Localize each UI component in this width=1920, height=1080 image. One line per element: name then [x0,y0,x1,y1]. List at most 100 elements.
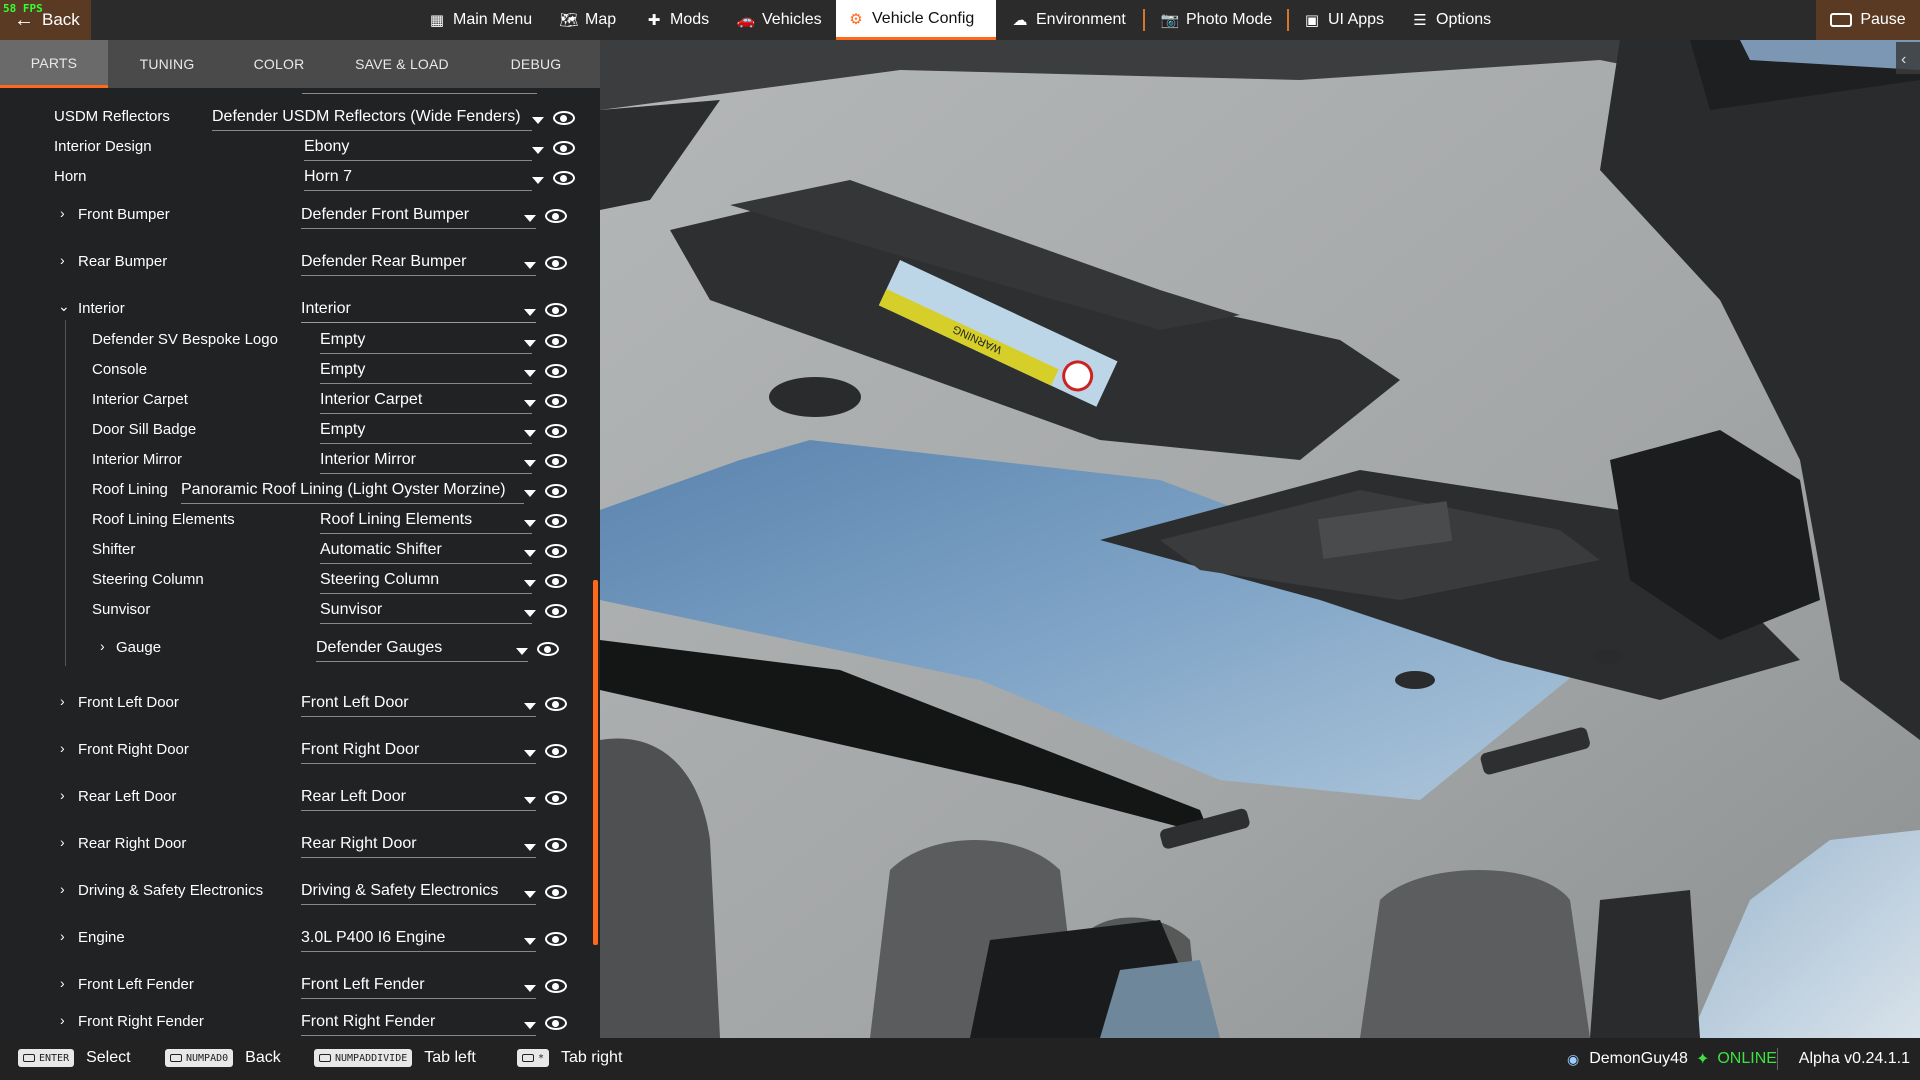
part-row[interactable]: › Front Right Door Front Right Door [0,731,600,764]
eye-icon[interactable] [545,209,567,223]
eye-icon[interactable] [553,141,575,155]
nav-map[interactable]: 🗺 Map [549,0,626,40]
nav-main-menu[interactable]: ▦ Main Menu [417,0,542,40]
chevron-down-icon[interactable] [524,490,536,497]
chevron-right-icon[interactable]: › [100,638,105,654]
eye-icon[interactable] [545,303,567,317]
chevron-down-icon[interactable] [524,985,536,992]
eye-icon[interactable] [545,838,567,852]
part-row[interactable]: › Rear Left Door Rear Left Door [0,778,600,811]
chevron-down-icon[interactable] [532,117,544,124]
eye-icon[interactable] [545,604,567,618]
eye-icon[interactable] [545,885,567,899]
chevron-down-icon[interactable] [524,610,536,617]
chevron-down-icon[interactable] [524,797,536,804]
part-row-child[interactable]: Roof Lining Panoramic Roof Lining (Light… [0,471,600,504]
chevron-down-icon[interactable] [516,648,528,655]
chevron-down-icon[interactable] [524,215,536,222]
part-select[interactable]: Front Left Door [301,694,536,717]
chevron-right-icon[interactable]: › [60,975,65,991]
hint-select[interactable]: ENTER Select [18,1049,131,1067]
eye-icon[interactable] [545,979,567,993]
chevron-right-icon[interactable]: › [60,1012,65,1028]
chevron-right-icon[interactable]: › [60,693,65,709]
part-select[interactable]: Defender Front Bumper [301,206,536,229]
chevron-down-icon[interactable] [524,430,536,437]
part-row[interactable]: Horn Horn 7 [0,158,600,191]
eye-icon[interactable] [545,544,567,558]
chevron-down-icon[interactable] [524,750,536,757]
nav-ui-apps[interactable]: ▣ UI Apps [1292,0,1394,40]
part-row[interactable]: › Rear Right Door Rear Right Door [0,825,600,858]
part-row-child[interactable]: Interior Mirror Interior Mirror [0,441,600,474]
chevron-down-icon[interactable] [524,580,536,587]
chevron-down-icon[interactable] [524,400,536,407]
part-row-child[interactable]: Steering Column Steering Column [0,561,600,594]
chevron-down-icon[interactable] [524,262,536,269]
nav-environment[interactable]: ☁ Environment [1000,0,1136,40]
chevron-down-icon[interactable] [532,147,544,154]
part-row-child[interactable]: Interior Carpet Interior Carpet [0,381,600,414]
eye-icon[interactable] [553,171,575,185]
chevron-down-icon[interactable] [524,370,536,377]
eye-icon[interactable] [545,424,567,438]
nav-photo-mode[interactable]: 📷 Photo Mode [1150,0,1282,40]
part-select[interactable]: Driving & Safety Electronics [301,882,536,905]
part-select[interactable]: Defender Gauges [316,639,528,662]
vehicle-3d-viewport[interactable]: WARNING ‹ [600,40,1920,1038]
chevron-down-icon[interactable] [532,177,544,184]
user-status[interactable]: ◉ DemonGuy48 ✦ ONLINE [1567,1038,1777,1080]
nav-vehicle-config[interactable]: ⚙ Vehicle Config [836,0,996,40]
hint-tab-right[interactable]: * Tab right [517,1049,622,1067]
eye-icon[interactable] [545,256,567,270]
eye-icon[interactable] [545,514,567,528]
part-row-child[interactable]: Door Sill Badge Empty [0,411,600,444]
part-select[interactable]: Rear Right Door [301,835,536,858]
part-row-child[interactable]: Shifter Automatic Shifter [0,531,600,564]
part-row-front-bumper[interactable]: › Front Bumper Defender Front Bumper [0,196,600,229]
hint-back[interactable]: NUMPAD0 Back [165,1049,281,1067]
chevron-down-icon[interactable] [524,938,536,945]
chevron-right-icon[interactable]: › [60,205,65,221]
eye-icon[interactable] [545,791,567,805]
hint-tab-left[interactable]: NUMPADDIVIDE Tab left [314,1049,476,1067]
chevron-down-icon[interactable] [524,703,536,710]
nav-vehicles[interactable]: 🚗 Vehicles [726,0,832,40]
part-row-rear-bumper[interactable]: › Rear Bumper Defender Rear Bumper [0,243,600,276]
chevron-right-icon[interactable]: › [60,834,65,850]
eye-icon[interactable] [545,697,567,711]
part-select[interactable]: Front Right Fender [301,1013,536,1036]
nav-options[interactable]: ☰ Options [1400,0,1501,40]
eye-icon[interactable] [545,744,567,758]
part-select[interactable]: 3.0L P400 I6 Engine [301,929,536,952]
eye-icon[interactable] [545,574,567,588]
chevron-down-icon[interactable]: ⌄ [58,298,70,315]
part-row[interactable]: › Front Left Fender Front Left Fender [0,966,600,999]
nav-mods[interactable]: ✚ Mods [634,0,719,40]
part-row-child[interactable]: Sunvisor Sunvisor [0,591,600,624]
part-select[interactable]: Interior [301,300,536,323]
part-row-interior[interactable]: ⌄ Interior Interior [0,290,600,323]
chevron-down-icon[interactable] [524,460,536,467]
part-row-gauge[interactable]: › Gauge Defender Gauges [0,629,600,662]
chevron-down-icon[interactable] [524,844,536,851]
part-row[interactable]: › Front Right Fender Front Right Fender [0,1003,600,1036]
part-row-child[interactable]: Defender SV Bespoke Logo Empty [0,321,600,354]
tab-tuning[interactable]: TUNING [108,40,226,88]
part-row[interactable]: USDM Reflectors Defender USDM Reflectors… [0,98,600,131]
eye-icon[interactable] [545,454,567,468]
pause-button[interactable]: Pause [1816,0,1920,40]
part-select[interactable]: Front Left Fender [301,976,536,999]
eye-icon[interactable] [545,334,567,348]
part-select[interactable]: Front Right Door [301,741,536,764]
eye-icon[interactable] [553,111,575,125]
part-select[interactable]: Horn 7 [304,168,532,191]
part-row-child[interactable]: Console Empty [0,351,600,384]
eye-icon[interactable] [545,1016,567,1030]
eye-icon[interactable] [545,932,567,946]
part-row[interactable]: › Front Left Door Front Left Door [0,684,600,717]
chevron-down-icon[interactable] [524,309,536,316]
chevron-right-icon[interactable]: › [60,252,65,268]
chevron-down-icon[interactable] [524,340,536,347]
eye-icon[interactable] [545,484,567,498]
